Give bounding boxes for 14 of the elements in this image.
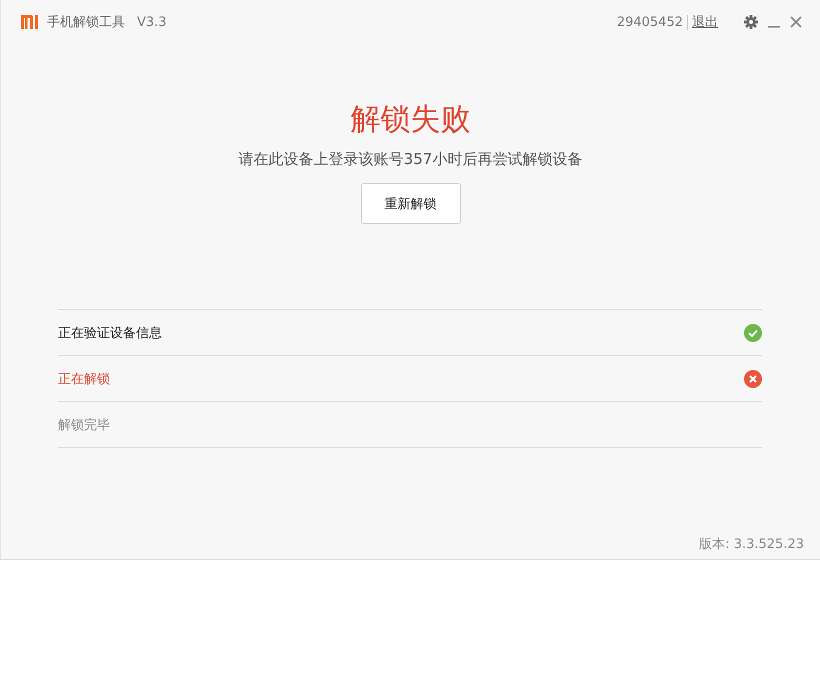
step-label: 解锁完毕 <box>58 416 110 434</box>
logo-icon <box>21 15 39 29</box>
window-title: 手机解锁工具 <box>47 14 125 31</box>
retry-button[interactable]: 重新解锁 <box>360 183 460 224</box>
app-version: V3.3 <box>137 14 167 30</box>
step-label: 正在验证设备信息 <box>58 324 162 342</box>
close-icon[interactable] <box>790 16 802 28</box>
result-message: 请在此设备上登录该账号357小时后再尝试解锁设备 <box>238 150 582 169</box>
account-id: 29405452 <box>616 14 683 30</box>
step-label: 正在解锁 <box>58 370 110 388</box>
version-label: 版本: 3.3.525.23 <box>699 537 804 552</box>
settings-icon[interactable] <box>744 15 758 29</box>
result-title: 解锁失败 <box>350 101 470 139</box>
logout-link[interactable]: 退出 <box>692 13 718 31</box>
